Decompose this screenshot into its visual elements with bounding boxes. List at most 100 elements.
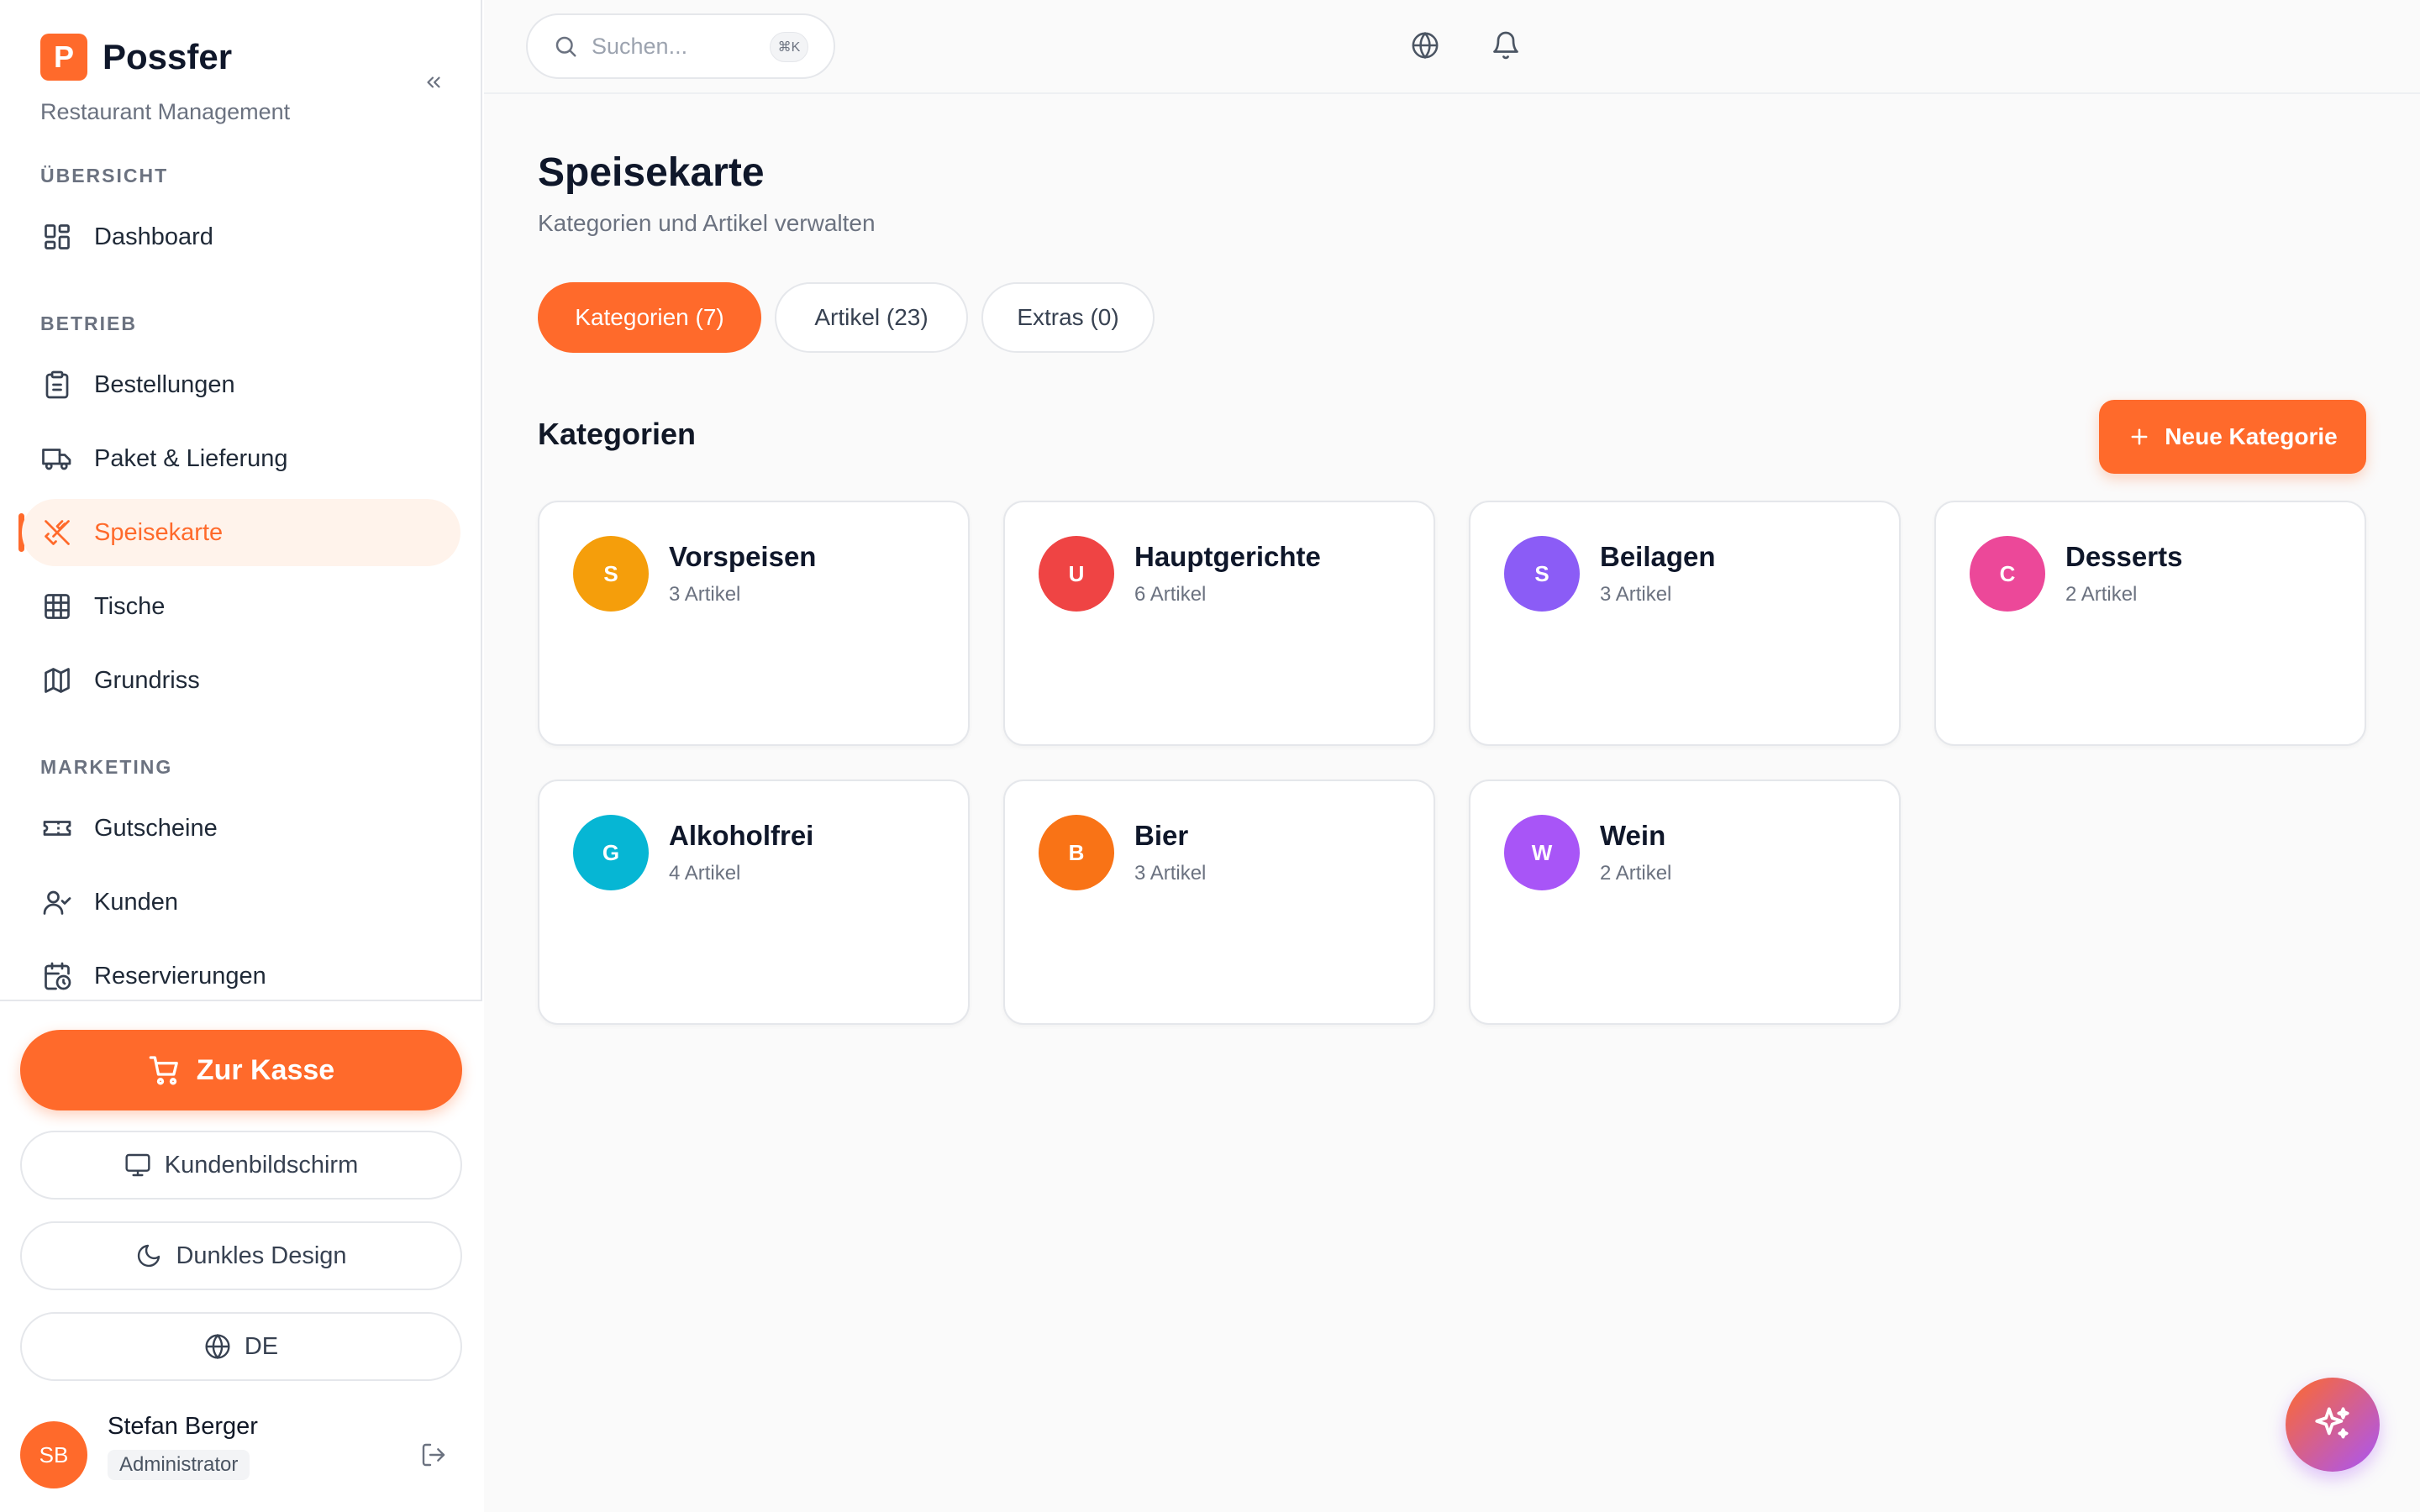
section-label-operations: BETRIEB: [40, 312, 137, 334]
topbar: Suchen... ⌘K: [484, 0, 2420, 94]
category-name: Beilagen: [1600, 541, 1716, 572]
category-count: 4 Artikel: [669, 862, 741, 885]
utensils-icon: [40, 516, 74, 549]
app-root: P Possfer Restaurant Management ÜBERSICH…: [0, 0, 2420, 1512]
sidebar-item-customers[interactable]: Kunden: [22, 869, 460, 936]
category-name: Bier: [1134, 820, 1189, 851]
category-count: 3 Artikel: [669, 583, 741, 606]
brand[interactable]: P Possfer: [40, 34, 232, 81]
plus-icon: [2131, 428, 2148, 445]
category-name: Desserts: [2065, 541, 2183, 572]
collapse-sidebar-button[interactable]: [417, 66, 450, 99]
category-card[interactable]: S Beilagen 3 Artikel: [1469, 501, 1901, 746]
user-check-icon: [40, 885, 74, 919]
category-card[interactable]: S Vorspeisen 3 Artikel: [538, 501, 970, 746]
logout-button[interactable]: [417, 1438, 450, 1472]
brand-logo: P: [40, 34, 87, 81]
grid-icon: [40, 590, 74, 623]
customer-display-label: Kundenbildschirm: [164, 1151, 359, 1179]
cart-icon: [149, 1056, 178, 1085]
sidebar-item-delivery[interactable]: Paket & Lieferung: [22, 425, 460, 492]
category-avatar: B: [1039, 815, 1114, 890]
globe-icon: [1412, 31, 1439, 60]
category-avatar: C: [1970, 536, 2045, 612]
main-content: Speisekarte Kategorien und Artikel verwa…: [484, 94, 2420, 1512]
sidebar-item-tables[interactable]: Tische: [22, 573, 460, 640]
category-count: 2 Artikel: [1600, 862, 1672, 885]
category-avatar: U: [1039, 536, 1114, 612]
dashboard-icon: [40, 220, 74, 254]
tab-items[interactable]: Artikel (23): [775, 282, 968, 353]
logout-icon: [422, 1443, 445, 1467]
category-count: 3 Artikel: [1600, 583, 1672, 606]
calendar-clock-icon: [40, 959, 74, 993]
user-profile: SB Stefan Berger Administrator: [20, 1413, 462, 1497]
sidebar-item-label: Reservierungen: [94, 962, 266, 990]
bell-icon: [1493, 31, 1518, 60]
sidebar-item-label: Bestellungen: [94, 370, 235, 398]
customer-display-button[interactable]: Kundenbildschirm: [20, 1131, 462, 1200]
language-switch-button[interactable]: [1407, 27, 1444, 64]
sidebar-footer: Zur Kasse Kundenbildschirm Dunkles Desig…: [0, 1000, 482, 1512]
moon-icon: [138, 1244, 160, 1268]
search-icon: [555, 36, 576, 57]
tab-extras[interactable]: Extras (0): [981, 282, 1155, 353]
category-avatar: S: [573, 536, 649, 612]
sidebar-item-menu[interactable]: Speisekarte: [22, 499, 460, 566]
category-name: Vorspeisen: [669, 541, 817, 572]
sparkles-icon: [2315, 1407, 2349, 1439]
new-category-button[interactable]: Neue Kategorie: [2099, 400, 2366, 474]
keyboard-shortcut-badge: ⌘K: [770, 32, 808, 62]
user-role-badge: Administrator: [108, 1450, 250, 1480]
sidebar-item-label: Speisekarte: [94, 518, 224, 546]
page-title: Speisekarte: [538, 150, 765, 195]
ticket-icon: [40, 811, 74, 845]
checkout-button[interactable]: Zur Kasse: [20, 1030, 462, 1110]
sidebar-item-label: Gutscheine: [94, 814, 218, 842]
sidebar-item-vouchers[interactable]: Gutscheine: [22, 795, 460, 862]
search-input[interactable]: Suchen... ⌘K: [526, 13, 835, 79]
section-title: Kategorien: [538, 417, 697, 451]
category-avatar: W: [1504, 815, 1580, 890]
notifications-button[interactable]: [1487, 27, 1524, 64]
category-name: Wein: [1600, 820, 1666, 851]
dark-mode-button[interactable]: Dunkles Design: [20, 1221, 462, 1290]
category-avatar: S: [1504, 536, 1580, 612]
brand-name: Possfer: [103, 37, 233, 76]
category-card[interactable]: U Hauptgerichte 6 Artikel: [1003, 501, 1435, 746]
clipboard-icon: [40, 368, 74, 402]
checkout-button-label: Zur Kasse: [196, 1053, 335, 1086]
user-name: Stefan Berger: [108, 1413, 258, 1440]
sidebar-item-floorplan[interactable]: Grundriss: [22, 647, 460, 714]
monitor-icon: [125, 1153, 150, 1177]
category-name: Hauptgerichte: [1134, 541, 1321, 572]
sidebar-item-orders[interactable]: Bestellungen: [22, 351, 460, 418]
section-label-marketing: MARKETING: [40, 756, 173, 778]
category-count: 6 Artikel: [1134, 583, 1207, 606]
sidebar: P Possfer Restaurant Management ÜBERSICH…: [0, 0, 482, 1512]
ai-assistant-button[interactable]: [2286, 1378, 2380, 1472]
sidebar-item-dashboard[interactable]: Dashboard: [22, 203, 460, 270]
category-card[interactable]: B Bier 3 Artikel: [1003, 780, 1435, 1025]
section-label-overview: ÜBERSICHT: [40, 165, 169, 186]
map-icon: [40, 664, 74, 697]
tab-categories[interactable]: Kategorien (7): [538, 282, 761, 353]
new-category-label: Neue Kategorie: [2165, 423, 2338, 449]
language-button[interactable]: DE: [20, 1312, 462, 1381]
category-card[interactable]: G Alkoholfrei 4 Artikel: [538, 780, 970, 1025]
truck-icon: [40, 442, 74, 475]
category-card[interactable]: W Wein 2 Artikel: [1469, 780, 1901, 1025]
search-placeholder: Suchen...: [592, 33, 688, 59]
avatar: SB: [20, 1421, 87, 1488]
page-subtitle: Kategorien und Artikel verwalten: [538, 210, 876, 236]
language-label: DE: [244, 1332, 279, 1360]
sidebar-item-label: Tische: [94, 592, 166, 620]
sidebar-item-label: Kunden: [94, 888, 178, 916]
category-card[interactable]: C Desserts 2 Artikel: [1934, 501, 2366, 746]
globe-icon: [205, 1333, 230, 1360]
category-avatar: G: [573, 815, 649, 890]
category-name: Alkoholfrei: [669, 820, 814, 851]
sidebar-item-label: Grundriss: [94, 666, 200, 694]
brand-subtitle: Restaurant Management: [40, 99, 291, 124]
sidebar-item-label: Paket & Lieferung: [94, 444, 288, 472]
